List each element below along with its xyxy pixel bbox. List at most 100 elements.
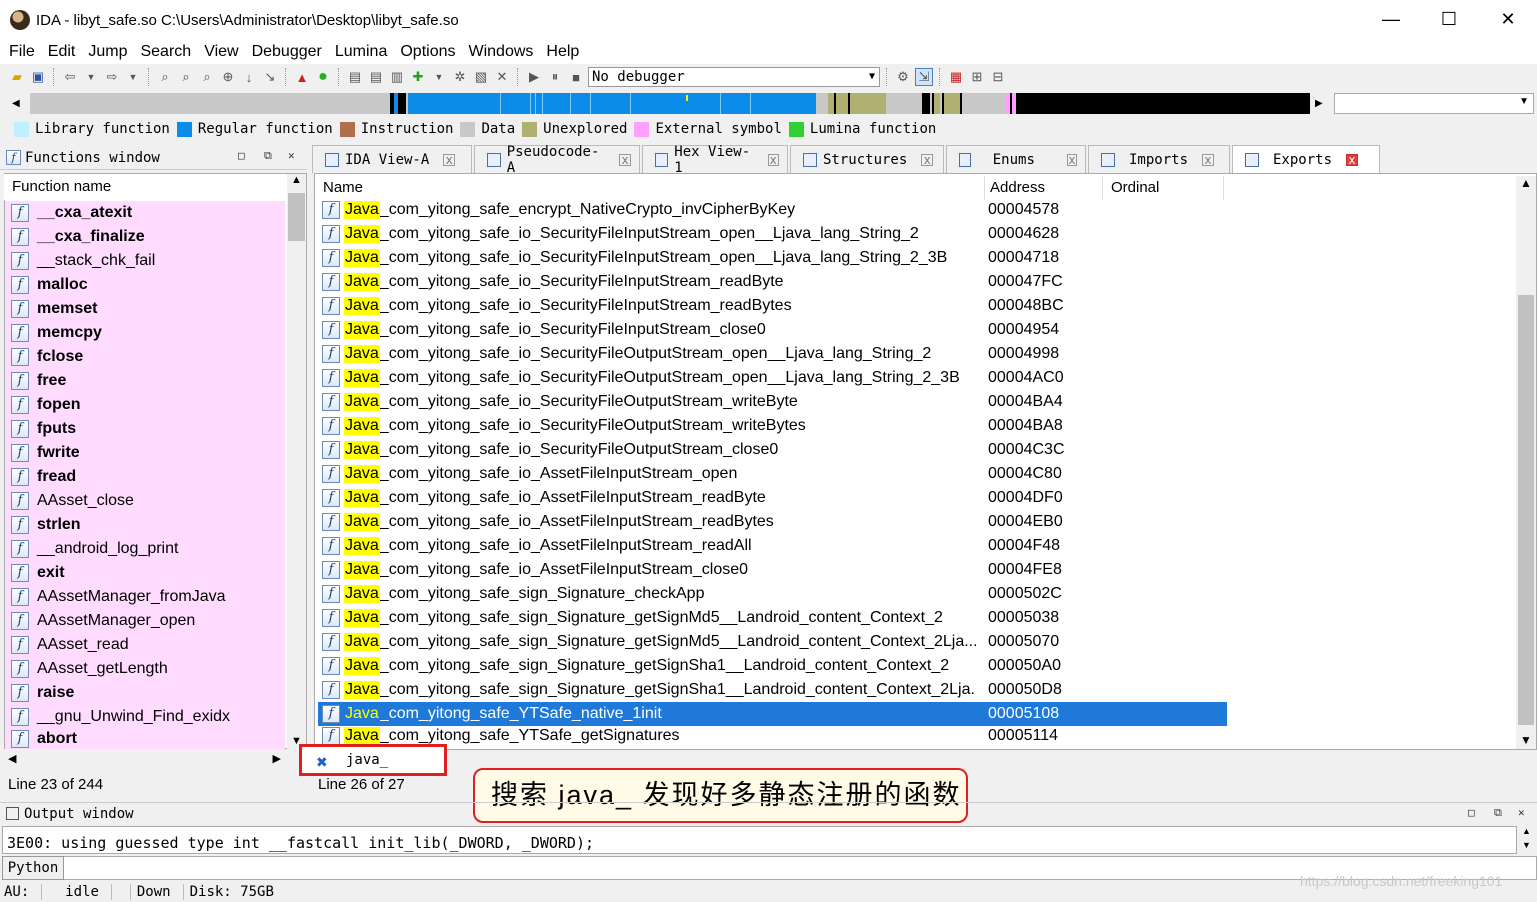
stop-icon[interactable]: ■ — [567, 68, 585, 86]
maximize-button[interactable]: ☐ — [1420, 0, 1478, 38]
menu-search[interactable]: Search — [133, 43, 197, 61]
export-row[interactable]: f Java _com_yitong_safe_io_SecurityFileInp… — [318, 270, 1227, 294]
function-row[interactable]: f AAsset_read — [5, 633, 285, 657]
export-row[interactable]: f Java _com_yitong_safe_io_AssetFileInputS… — [318, 558, 1227, 582]
forward-arrow-icon[interactable]: ⇨ — [103, 68, 121, 86]
nav-scroll-left-icon[interactable]: ◀ — [12, 93, 26, 114]
menu-file[interactable]: File — [2, 43, 41, 61]
column-header-name[interactable]: Name — [315, 176, 985, 200]
search-next-icon[interactable]: ⊕ — [219, 68, 237, 86]
function-row[interactable]: f raise — [5, 681, 285, 705]
export-row[interactable]: f Java _com_yitong_safe_io_SecurityFileInp… — [318, 222, 1227, 246]
function-name-column-header[interactable]: Function name — [4, 174, 287, 200]
minimize-button[interactable]: — — [1362, 0, 1420, 38]
close-tab-icon[interactable]: x — [1346, 153, 1359, 166]
scroll-left-icon[interactable]: ◀ — [8, 752, 16, 765]
function-row[interactable]: f exit — [5, 561, 285, 585]
scroll-down-icon[interactable]: ▼ — [1520, 733, 1532, 747]
export-row[interactable]: f Java _com_yitong_safe_io_SecurityFileOut… — [318, 390, 1227, 414]
function-row[interactable]: f malloc — [5, 273, 285, 297]
function-row[interactable]: f AAssetManager_open — [5, 609, 285, 633]
function-row[interactable]: f abort — [5, 729, 285, 749]
save-icon[interactable]: ▣ — [29, 68, 47, 86]
gear-icon[interactable]: ✲ — [451, 68, 469, 86]
code-icon[interactable]: ↘ — [261, 68, 279, 86]
graph-overview-icon[interactable]: ▦ — [947, 68, 965, 86]
close-tab-icon[interactable]: x — [619, 153, 631, 166]
export-row[interactable]: f Java _com_yitong_safe_sign_Signature_che… — [318, 582, 1227, 606]
function-row[interactable]: f AAsset_getLength — [5, 657, 285, 681]
menu-view[interactable]: View — [197, 43, 244, 61]
float-panel-icon[interactable]: ⧉ — [1494, 806, 1502, 820]
export-row[interactable]: f Java _com_yitong_safe_io_SecurityFileOut… — [318, 366, 1227, 390]
function-row[interactable]: f __android_log_print — [5, 537, 285, 561]
nav-scroll-right-icon[interactable]: ▶ — [1315, 93, 1329, 114]
tab-exports[interactable]: Exports x — [1232, 145, 1380, 173]
export-row[interactable]: f Java _com_yitong_safe_io_SecurityFileOut… — [318, 342, 1227, 366]
export-row[interactable]: f Java _com_yitong_safe_io_SecurityFileInp… — [318, 294, 1227, 318]
column-header-address[interactable]: Address — [982, 176, 1103, 200]
column-header-ordinal[interactable]: Ordinal — [1103, 176, 1224, 200]
attach-icon[interactable]: ⇲ — [915, 68, 933, 86]
close-panel-icon[interactable]: ✕ — [288, 149, 295, 162]
export-row[interactable]: f Java _com_yitong_safe_sign_Signature_get… — [318, 654, 1227, 678]
export-row[interactable]: f Java _com_yitong_safe_io_AssetFileInputS… — [318, 462, 1227, 486]
back-dropdown-icon[interactable]: ▼ — [82, 68, 100, 86]
make-code-icon[interactable]: ▤ — [346, 68, 364, 86]
export-row[interactable]: f Java _com_yitong_safe_io_AssetFileInputS… — [318, 510, 1227, 534]
export-row[interactable]: f Java _com_yitong_safe_io_SecurityFileOut… — [318, 414, 1227, 438]
function-row[interactable]: f AAsset_close — [5, 489, 285, 513]
search-text-icon[interactable]: ⌕ — [177, 68, 195, 86]
functions-vertical-scrollbar[interactable]: ▲ ▼ — [287, 174, 306, 749]
output-text[interactable]: 3E00: using guessed type int __fastcall … — [2, 826, 1517, 854]
tab-imports[interactable]: Imports x — [1088, 145, 1230, 173]
forward-dropdown-icon[interactable]: ▼ — [124, 68, 142, 86]
search-immediate-icon[interactable]: ⌕ — [198, 68, 216, 86]
export-row[interactable]: f Java _com_yitong_safe_io_AssetFileInputS… — [318, 534, 1227, 558]
call-graph-icon[interactable]: ⊟ — [989, 68, 1007, 86]
scroll-down-icon[interactable]: ▼ — [1522, 840, 1531, 850]
nav-segment-combo[interactable]: ▼ — [1334, 93, 1534, 114]
quick-filter-field[interactable]: ✖ java_ — [299, 744, 447, 776]
exports-scroll-thumb[interactable] — [1518, 295, 1534, 725]
export-row[interactable]: f Java _com_yitong_safe_io_SecurityFileOut… — [318, 438, 1227, 462]
clear-filter-icon[interactable]: ✖ — [316, 755, 330, 769]
function-row[interactable]: f fread — [5, 465, 285, 489]
functions-scroll-thumb[interactable] — [288, 193, 305, 241]
export-row[interactable]: f Java _com_yitong_safe_sign_Signature_get… — [318, 678, 1227, 702]
export-row[interactable]: f Java _com_yitong_safe_io_SecurityFileInp… — [318, 246, 1227, 270]
export-row[interactable]: f Java _com_yitong_safe_sign_Signature_get… — [318, 606, 1227, 630]
export-row[interactable]: f Java _com_yitong_safe_encrypt_NativeCryp… — [318, 198, 1227, 222]
function-row[interactable]: f fclose — [5, 345, 285, 369]
tab-pseudocode-a[interactable]: Pseudocode-A x — [474, 144, 640, 176]
patch-icon[interactable]: ▧ — [472, 68, 490, 86]
jump-down-icon[interactable]: ↓ — [240, 68, 258, 86]
function-row[interactable]: f memcpy — [5, 321, 285, 345]
close-tab-icon[interactable]: x — [443, 153, 456, 166]
menu-help[interactable]: Help — [539, 43, 585, 61]
menu-debugger[interactable]: Debugger — [245, 43, 328, 61]
export-row[interactable]: f Java _com_yitong_safe_YTSafe_getSignatur… — [318, 726, 1227, 746]
add-dropdown-icon[interactable]: ▼ — [430, 68, 448, 86]
menu-edit[interactable]: Edit — [41, 43, 82, 61]
functions-horizontal-scrollbar[interactable]: ◀ ▶ — [4, 750, 287, 769]
restore-panel-icon[interactable]: □ — [238, 149, 245, 162]
menu-options[interactable]: Options — [393, 43, 461, 61]
back-arrow-icon[interactable]: ⇦ — [61, 68, 79, 86]
scroll-up-icon[interactable]: ▲ — [1522, 826, 1531, 836]
close-tab-icon[interactable]: x — [767, 153, 779, 166]
export-row[interactable]: f Java _com_yitong_safe_io_AssetFileInputS… — [318, 486, 1227, 510]
scroll-up-icon[interactable]: ▲ — [1520, 176, 1532, 190]
scroll-up-icon[interactable]: ▲ — [291, 174, 302, 186]
tab-structures[interactable]: Structures x — [790, 145, 944, 173]
play-icon[interactable]: ▶ — [525, 68, 543, 86]
export-row[interactable]: f Java _com_yitong_safe_YTSafe_native_1ini… — [318, 702, 1227, 726]
float-panel-icon[interactable]: ⧉ — [264, 149, 272, 163]
debugger-select[interactable]: No debugger ▼ — [588, 67, 880, 87]
tab-ida-view-a[interactable]: IDA View-A x — [312, 145, 472, 173]
function-row[interactable]: f fwrite — [5, 441, 285, 465]
quick-filter-value[interactable]: java_ — [346, 752, 388, 768]
python-button[interactable]: Python — [2, 856, 64, 880]
debug-options-icon[interactable]: ⚙ — [894, 68, 912, 86]
menu-lumina[interactable]: Lumina — [328, 43, 393, 61]
